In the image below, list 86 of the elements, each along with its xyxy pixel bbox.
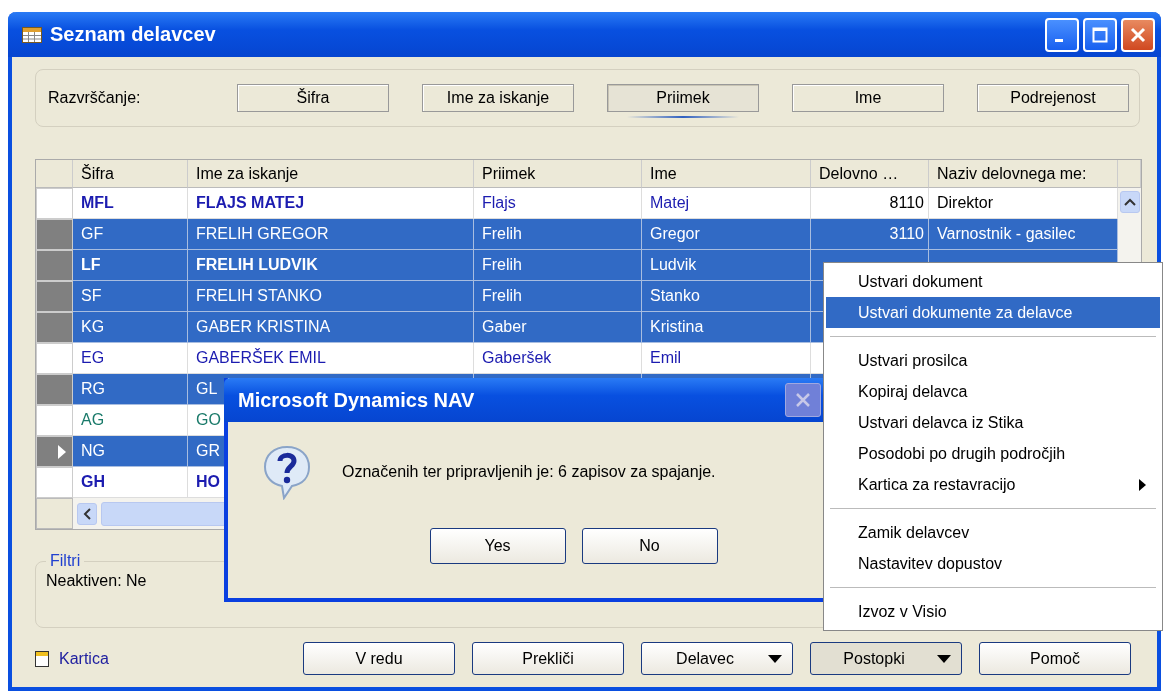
table-cell: Gregor [642,219,811,250]
minimize-button[interactable] [1045,17,1079,52]
close-button[interactable] [785,383,821,417]
caret-icon [937,654,951,663]
table-cell: AG [73,405,188,436]
minimize-icon [1055,39,1063,42]
menu-item[interactable]: Posodobi po drugih področjih [826,438,1160,469]
table-cell: 3110 [811,219,929,250]
sort-button[interactable]: Priimek [607,84,759,112]
footer-button[interactable]: V redu [303,642,455,675]
filter-text: Neaktiven: Ne [46,572,147,589]
menu-item[interactable]: Zamik delavcev [826,517,1160,548]
close-icon [794,391,812,409]
filter-title: Filtri [49,552,82,570]
card-icon [35,650,49,667]
table-cell: Flajs [474,188,642,219]
menu-item[interactable]: Nastavitev dopustov [826,548,1160,579]
footer-button[interactable]: Pomoč [979,642,1131,675]
maximize-button[interactable] [1083,17,1117,52]
table-icon [22,26,42,43]
table-cell: FRELIH STANKO [188,281,474,312]
row-selector[interactable] [36,219,73,250]
table-cell: EG [73,343,188,374]
row-selector[interactable] [36,312,73,343]
table-cell: GH [73,467,188,498]
table-cell: Kristina [642,312,811,343]
table-cell: Direktor [929,188,1118,219]
row-selector[interactable] [36,374,73,405]
table-cell: RG [73,374,188,405]
maximize-icon [1092,26,1108,43]
sort-button[interactable]: Ime za iskanje [422,84,574,112]
row-selector[interactable] [36,250,73,281]
table-cell: NG [73,436,188,467]
row-selector[interactable] [36,281,73,312]
dialog-button[interactable]: No [581,528,718,564]
sort-label: Razvrščanje: [48,89,142,107]
window-title: Seznam delavcev [50,23,217,46]
question-icon [262,444,312,500]
table-cell: 8110 [811,188,929,219]
scroll-left-button[interactable] [77,502,97,525]
scroll-up-button[interactable] [1119,191,1140,213]
table-cell: MFL [73,188,188,219]
table-cell: FRELIH GREGOR [188,219,474,250]
sort-button[interactable]: Podrejenost [977,84,1129,112]
current-row-icon [58,444,66,459]
table-cell: Ludvik [642,250,811,281]
menu-item[interactable]: Kopiraj delavca [826,376,1160,407]
sort-button[interactable]: Ime [792,84,944,112]
table-cell: Emil [642,343,811,374]
table-cell: Gaberšek [474,343,642,374]
card-link[interactable]: Kartica [35,649,303,668]
menu-item[interactable]: Ustvari delavca iz Stika [826,407,1160,438]
table-cell: GABER KRISTINA [188,312,474,343]
left-chevron-icon [83,507,91,520]
table-cell: Frelih [474,250,642,281]
menu-item[interactable]: Izvoz v Visio [826,596,1160,627]
caret-icon [768,654,782,663]
close-icon [1130,26,1146,43]
table-cell: FRELIH LUDVIK [188,250,474,281]
table-cell: Gaber [474,312,642,343]
menu-item[interactable]: Kartica za restavracijo [826,469,1160,500]
up-chevron-icon [1123,198,1136,206]
sort-button[interactable]: Šifra [237,84,389,112]
table-cell: Stanko [642,281,811,312]
row-selector[interactable] [36,343,73,374]
submenu-arrow-icon [1139,478,1146,491]
row-selector[interactable] [36,405,73,436]
table-cell: Frelih [474,281,642,312]
table-cell: GF [73,219,188,250]
table-cell: FLAJS MATEJ [188,188,474,219]
table-cell: GABERŠEK EMIL [188,343,474,374]
table-cell: KG [73,312,188,343]
menu-item[interactable]: Ustvari prosilca [826,345,1160,376]
footer-button[interactable]: Delavec [641,642,793,675]
row-selector[interactable] [36,436,73,467]
menu-item[interactable]: Ustvari dokumente za delavce [826,297,1160,328]
table-cell: Matej [642,188,811,219]
footer-button[interactable]: Postopki [810,642,962,675]
menu-item[interactable]: Ustvari dokument [826,266,1160,297]
table-cell: Frelih [474,219,642,250]
row-selector[interactable] [36,188,73,219]
footer-button[interactable]: Prekliči [472,642,624,675]
table-cell: SF [73,281,188,312]
table-cell: LF [73,250,188,281]
table-cell: Varnostnik - gasilec [929,219,1118,250]
dialog-button[interactable]: Yes [429,528,566,564]
